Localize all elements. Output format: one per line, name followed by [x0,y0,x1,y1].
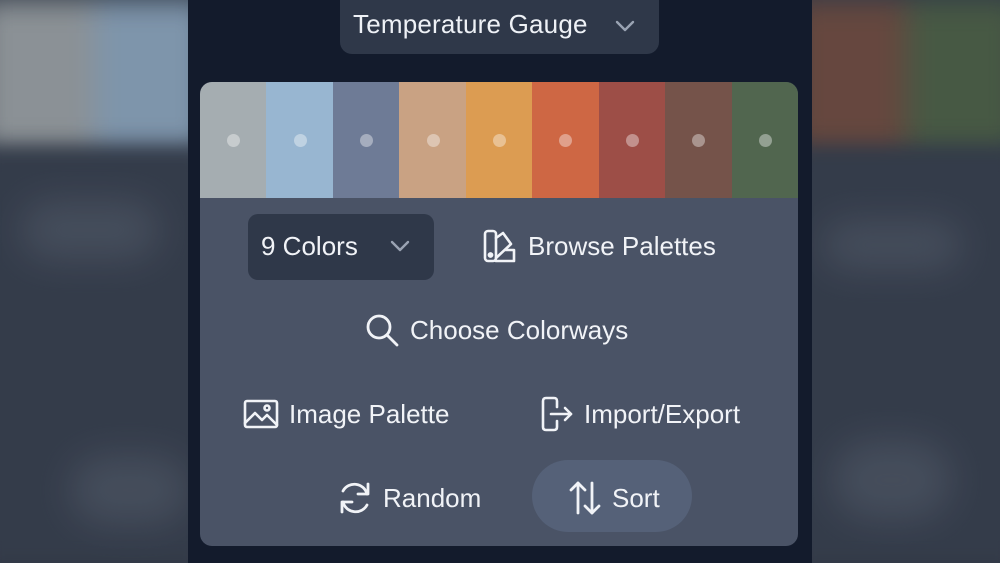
chevron-down-icon [615,20,635,32]
browse-palettes-label: Browse Palettes [528,230,716,261]
refresh-icon [340,482,370,514]
backdrop-shade [0,0,188,563]
color-swatch-9[interactable] [731,82,798,198]
random-label: Random [383,482,482,513]
swatch-lock-dot[interactable] [559,134,573,147]
sort-label: Sort [612,482,660,513]
color-swatch-5[interactable] [465,82,533,198]
swatch-lock-dot[interactable] [227,134,241,147]
backdrop-left [0,0,188,563]
palette-name-label: Temperature Gauge [353,9,588,39]
import-export-label: Import/Export [584,398,741,429]
export-icon [541,396,573,432]
color-swatch-4[interactable] [399,82,466,198]
random-button[interactable]: Random [337,480,481,516]
swatch-lock-dot[interactable] [625,134,639,147]
image-icon [243,399,279,429]
colors-count-dropdown[interactable]: 9 Colors [248,214,434,280]
swatch-lock-dot[interactable] [426,134,440,147]
swatch-lock-dot[interactable] [692,134,706,147]
color-swatch-1[interactable] [200,82,267,198]
backdrop-shade [812,0,1000,563]
sort-arrows-icon [569,481,601,515]
palette-app: Temperature Gauge 9 Colors Browse Palett… [188,0,812,563]
swatchbook-icon [483,229,516,263]
color-swatch-3[interactable] [332,82,400,198]
swatch-lock-dot[interactable] [492,134,506,147]
search-icon [366,314,399,347]
swatch-strip [200,82,798,198]
palette-name-dropdown[interactable]: Temperature Gauge [340,0,659,54]
color-swatch-6[interactable] [532,82,599,198]
palette-panel: 9 Colors Browse Palettes Choose Colorway… [200,82,798,546]
swatch-lock-dot[interactable] [758,134,772,147]
backdrop-right [812,0,1000,563]
color-swatch-7[interactable] [598,82,666,198]
import-export-button[interactable]: Import/Export [540,396,740,432]
choose-colorways-button[interactable]: Choose Colorways [364,312,628,348]
swatch-lock-dot[interactable] [360,134,374,147]
colors-count-label: 9 Colors [261,231,358,261]
image-palette-button[interactable]: Image Palette [243,396,449,432]
sort-button[interactable]: Sort [568,480,660,516]
image-palette-label: Image Palette [289,398,450,429]
color-swatch-8[interactable] [665,82,732,198]
chevron-down-icon [390,240,410,252]
swatch-lock-dot[interactable] [293,134,307,147]
browse-palettes-button[interactable]: Browse Palettes [482,228,716,264]
choose-colorways-label: Choose Colorways [410,314,629,345]
color-swatch-2[interactable] [266,82,333,198]
